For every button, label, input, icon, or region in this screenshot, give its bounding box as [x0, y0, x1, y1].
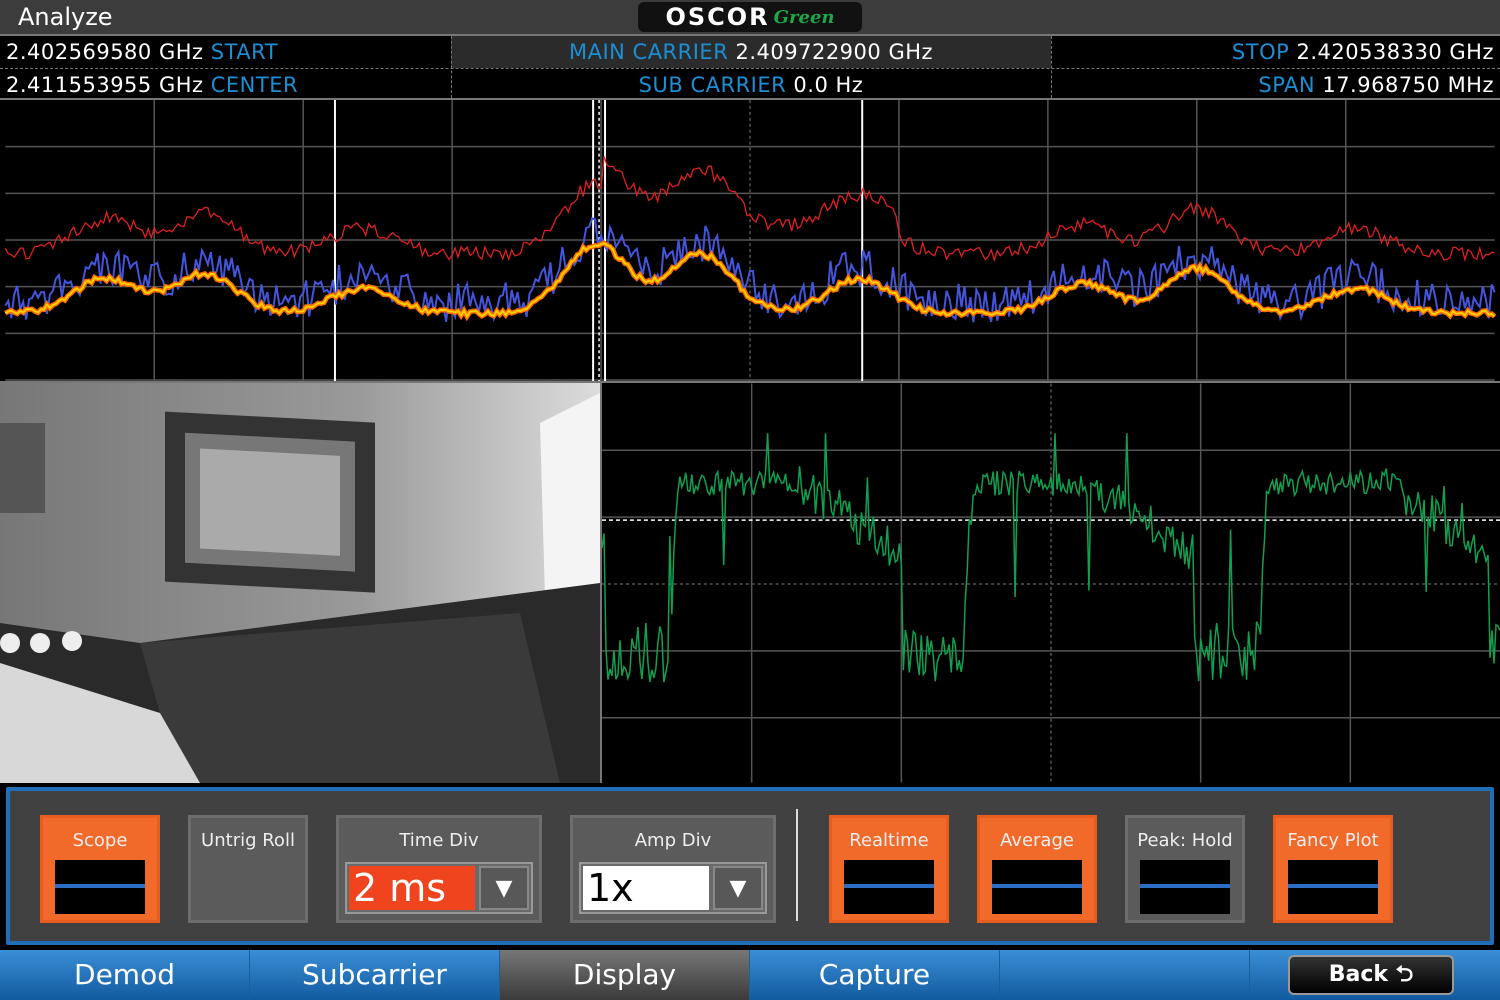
- display-controls-panel: Scope Untrig Roll Time Div 2 ms ▼ Amp Div…: [6, 787, 1494, 945]
- page-title: Analyze: [18, 3, 113, 31]
- amp-div-value: 1x: [583, 866, 709, 910]
- time-div-dropdown[interactable]: 2 ms ▼: [345, 862, 533, 914]
- peak-hold-label: Peak: Hold: [1137, 830, 1233, 851]
- tab-capture[interactable]: Capture: [750, 950, 1000, 1000]
- time-div-value: 2 ms: [349, 866, 475, 910]
- amp-div-dropdown[interactable]: 1x ▼: [579, 862, 767, 914]
- center-label: CENTER: [210, 73, 299, 97]
- peak-hold-switch: [1140, 860, 1230, 914]
- amp-div-control: Amp Div 1x ▼: [570, 815, 776, 923]
- realtime-toggle[interactable]: Realtime: [829, 815, 949, 923]
- oscor-logo: OSCOR Green: [638, 2, 862, 32]
- average-switch: [992, 860, 1082, 914]
- center-value: 2.411553955 GHz: [6, 73, 204, 97]
- bottom-tab-bar: Demod Subcarrier Display Capture Back ⮌: [0, 950, 1500, 1000]
- tab-subcarrier[interactable]: Subcarrier: [250, 950, 500, 1000]
- sub-carrier-label: SUB CARRIER: [638, 73, 787, 97]
- main-carrier-value: 2.409722900 GHz: [735, 40, 934, 64]
- untrig-roll-toggle[interactable]: Untrig Roll: [188, 815, 308, 923]
- scope-toggle[interactable]: Scope: [40, 815, 160, 923]
- scope-grid: [602, 383, 1500, 783]
- start-label: START: [210, 40, 279, 64]
- fancy-plot-label: Fancy Plot: [1287, 830, 1379, 851]
- spectrum-grid: [5, 100, 1495, 381]
- start-value: 2.402569580 GHz: [6, 40, 204, 64]
- span-label: SPAN: [1258, 73, 1316, 97]
- scope-label: Scope: [72, 830, 128, 851]
- tab-demod[interactable]: Demod: [0, 950, 250, 1000]
- fancy-plot-toggle[interactable]: Fancy Plot: [1273, 815, 1393, 923]
- average-label: Average: [1000, 830, 1074, 851]
- stop-value: 2.420538330 GHz: [1296, 40, 1494, 64]
- tab-display[interactable]: Display: [500, 950, 750, 1000]
- fancy-plot-switch: [1288, 860, 1378, 914]
- amp-div-label: Amp Div: [634, 830, 712, 851]
- time-div-label: Time Div: [399, 830, 479, 851]
- average-toggle[interactable]: Average: [977, 815, 1097, 923]
- divider: [796, 809, 798, 921]
- stop-label: STOP: [1231, 40, 1290, 64]
- scope-plot[interactable]: [600, 383, 1500, 783]
- peak-hold-toggle[interactable]: Peak: Hold: [1125, 815, 1245, 923]
- back-button[interactable]: Back ⮌: [1288, 955, 1454, 995]
- realtime-switch: [844, 860, 934, 914]
- main-carrier-label: MAIN CARRIER: [568, 40, 729, 64]
- frequency-info: 2.402569580 GHz START 2.411553955 GHz CE…: [0, 34, 1500, 100]
- untrig-roll-label: Untrig Roll: [201, 830, 295, 851]
- chevron-down-icon[interactable]: ▼: [479, 866, 529, 910]
- video-preview: [0, 383, 600, 783]
- sub-carrier-value: 0.0 Hz: [793, 73, 864, 97]
- spectrum-plot[interactable]: [0, 100, 1500, 383]
- tab-empty: [1000, 950, 1250, 1000]
- title-bar: Analyze OSCOR Green: [0, 0, 1500, 34]
- scope-switch: [55, 860, 145, 914]
- realtime-label: Realtime: [849, 830, 929, 851]
- time-div-control: Time Div 2 ms ▼: [336, 815, 542, 923]
- chevron-down-icon[interactable]: ▼: [713, 866, 763, 910]
- span-value: 17.968750 MHz: [1322, 73, 1494, 97]
